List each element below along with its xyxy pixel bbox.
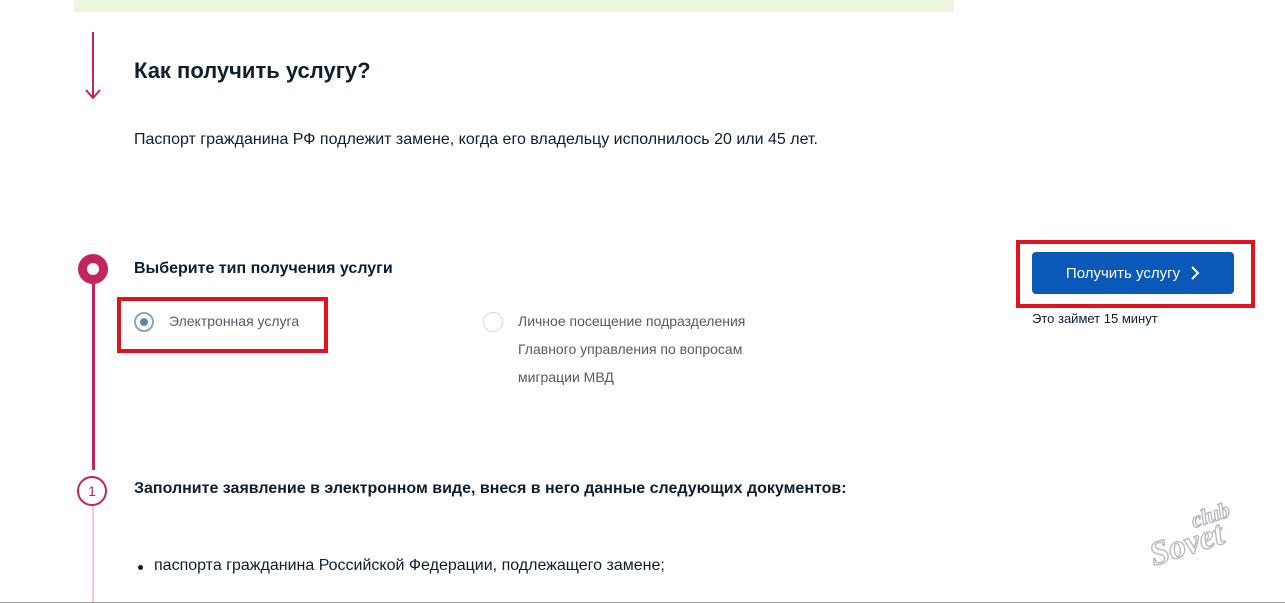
document-list: паспорта гражданина Российской Федерации…: [134, 557, 665, 575]
top-banner: [74, 0, 954, 12]
time-estimate: Это займет 15 минут: [1032, 311, 1158, 326]
how-to-title: Как получить услугу?: [134, 58, 371, 83]
get-service-button[interactable]: Получить услугу: [1032, 252, 1234, 294]
get-service-button-label: Получить услугу: [1065, 264, 1181, 282]
svg-text:Sovet: Sovet: [1150, 515, 1230, 574]
radio-checked-icon[interactable]: [134, 312, 154, 332]
step-number-badge: 1: [77, 476, 107, 506]
step1-title: Заполните заявление в электронном виде, …: [134, 480, 847, 497]
radio-label-electronic: Электронная услуга: [169, 313, 300, 329]
radio-unchecked-icon[interactable]: [483, 312, 503, 332]
timeline-line-active: [92, 284, 95, 470]
club-sovet-watermark-logo: club Sovet: [1150, 498, 1233, 574]
service-type-title: Выберите тип получения услуги: [134, 260, 393, 277]
radio-personal-visit[interactable]: Личное посещение подразделения Главного …: [483, 311, 778, 391]
arrow-down-icon: [85, 89, 101, 100]
timeline-line-inactive: [92, 506, 94, 603]
chevron-right-icon: [1191, 266, 1200, 280]
service-description: Паспорт гражданина РФ подлежит замене, к…: [134, 131, 818, 148]
radio-electronic-service[interactable]: Электронная услуга: [134, 311, 299, 335]
current-step-indicator: [78, 254, 108, 284]
radio-label-personal-visit: Личное посещение подразделения Главного …: [518, 313, 746, 385]
list-item: паспорта гражданина Российской Федерации…: [134, 557, 665, 575]
